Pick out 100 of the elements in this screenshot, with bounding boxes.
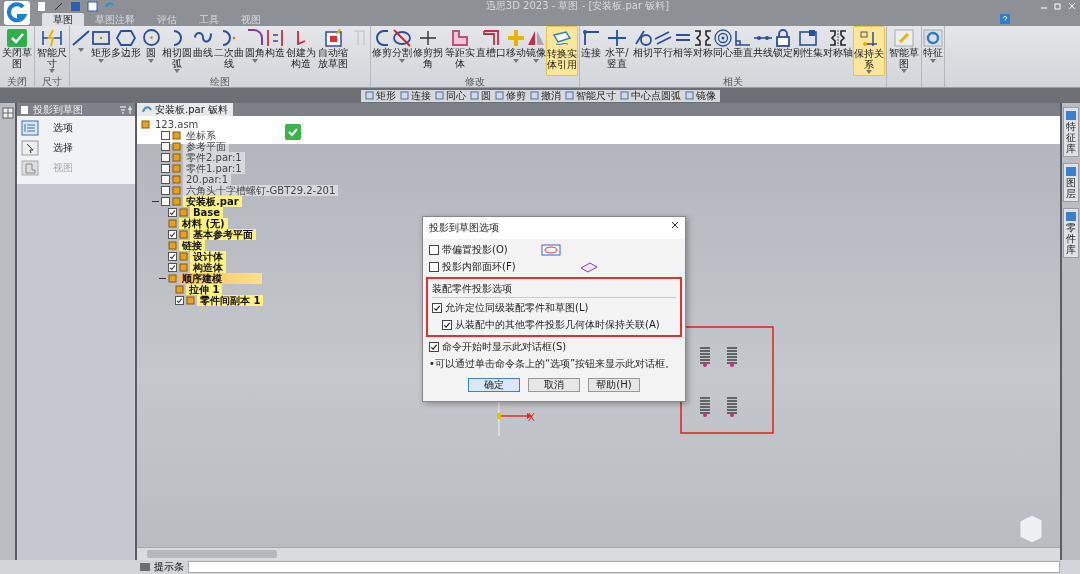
tree-item[interactable]: 20.par:1 — [183, 174, 232, 185]
tree-item[interactable]: Base — [190, 207, 224, 218]
ribbon-button[interactable]: 圆 — [141, 26, 161, 76]
ribbon-button[interactable]: 多边形 — [111, 26, 141, 76]
ribbon-tab[interactable]: 草图 — [42, 13, 84, 26]
tree-item[interactable]: 安装板.par — [183, 196, 242, 207]
scroll-bar[interactable] — [137, 547, 1060, 560]
checkbox[interactable] — [168, 208, 177, 217]
shape-icon — [21, 160, 39, 176]
ribbon-button[interactable]: 相切圆弧 — [161, 26, 193, 76]
ribbon-button[interactable]: 对称 — [693, 26, 713, 76]
tree-item[interactable]: 坐标系 — [183, 130, 219, 141]
command-button[interactable]: 圆 — [469, 90, 491, 101]
prompt-field[interactable] — [188, 561, 1060, 573]
checkbox[interactable] — [429, 245, 439, 255]
ribbon-button[interactable]: 矩形 — [91, 26, 111, 76]
tree-item[interactable]: 链接 — [179, 240, 205, 251]
command-button[interactable]: 镜像 — [684, 90, 716, 101]
tree-item[interactable]: 参考平面 — [183, 141, 229, 152]
tree-item[interactable]: 拉伸 1 — [186, 284, 223, 295]
ribbon-button[interactable]: 创建为构造 — [285, 26, 317, 76]
ribbon-button[interactable]: 二次曲线 — [213, 26, 245, 76]
tree-item[interactable]: 材料 (无) — [179, 218, 228, 229]
dialog-button[interactable]: 取消 — [528, 378, 580, 392]
command-button[interactable]: 中心点圆弧 — [619, 90, 681, 101]
tree-item[interactable]: 零件1.par:1 — [183, 163, 245, 174]
close-icon[interactable] — [671, 221, 679, 229]
ribbon-button[interactable]: 曲线 — [193, 26, 213, 76]
ribbon-button[interactable]: 直槽口 — [476, 26, 506, 76]
ribbon-button[interactable]: 水平/竖直 — [601, 26, 633, 76]
ribbon-button[interactable]: 自动缩放草图 — [317, 26, 349, 76]
ribbon-button[interactable]: 移动 — [506, 26, 526, 76]
tree-item[interactable]: 构造体 — [190, 262, 226, 273]
new-file-icon[interactable] — [36, 0, 47, 12]
side-tab[interactable]: 特征库 — [1063, 107, 1079, 157]
checkbox[interactable] — [168, 230, 177, 239]
ribbon-button[interactable]: 共线 — [753, 26, 773, 76]
ribbon-button[interactable]: 修剪 — [372, 26, 392, 76]
checkbox[interactable] — [161, 164, 170, 173]
ribbon-button[interactable]: 连接 — [581, 26, 601, 76]
ribbon-button[interactable]: 圆角 — [245, 26, 265, 76]
ribbon-button[interactable]: 特征 — [923, 26, 943, 87]
tree-item[interactable]: 零件2.par:1 — [183, 152, 245, 163]
help-icon[interactable] — [1000, 14, 1010, 24]
tree-item[interactable]: 零件间副本 1 — [197, 295, 264, 306]
checkbox[interactable] — [432, 303, 442, 313]
ribbon-button[interactable]: 对称轴 — [823, 26, 853, 76]
command-button[interactable]: 智能尺寸 — [564, 90, 616, 101]
checkbox[interactable] — [161, 142, 170, 151]
command-button[interactable]: 修剪 — [494, 90, 526, 101]
ribbon-button[interactable]: 保持关系 — [853, 26, 885, 76]
ribbon-button[interactable]: 分割 — [392, 26, 412, 76]
side-tab[interactable]: 零件库 — [1063, 208, 1079, 258]
ribbon-button[interactable]: 同心 — [713, 26, 733, 76]
checkbox[interactable] — [429, 262, 439, 272]
side-tab[interactable]: 图层 — [1063, 163, 1079, 202]
ribbon-button[interactable]: 智能草图 — [888, 26, 920, 87]
cross-icon — [419, 29, 437, 46]
pencil-icon[interactable] — [53, 0, 64, 12]
grid-icon[interactable] — [1, 107, 14, 119]
ribbon-button[interactable]: 构造 — [265, 26, 285, 76]
command-button[interactable]: 撤消 — [529, 90, 561, 101]
ribbon-button[interactable]: 垂直 — [733, 26, 753, 76]
command-button[interactable]: 连接 — [399, 90, 431, 101]
checkbox[interactable] — [161, 186, 170, 195]
checkbox[interactable] — [161, 131, 170, 140]
panel-item[interactable]: 选项 — [21, 120, 131, 136]
checkbox[interactable] — [175, 296, 184, 305]
dialog-button[interactable]: 确定 — [468, 378, 520, 392]
ribbon-button[interactable]: 镜像 — [526, 26, 546, 76]
ribbon-button[interactable]: 转换实体引用 — [546, 26, 578, 76]
checkbox[interactable] — [161, 153, 170, 162]
checkbox[interactable] — [168, 263, 177, 272]
command-button[interactable]: 同心 — [434, 90, 466, 101]
checkbox[interactable] — [429, 342, 439, 352]
checkbox[interactable] — [161, 175, 170, 184]
ribbon-button[interactable]: 相切 — [633, 26, 653, 76]
ribbon-button[interactable]: 修剪拐角 — [412, 26, 444, 76]
panel-item[interactable]: 选择 — [21, 140, 131, 156]
tree-item[interactable]: 基本参考平面 — [190, 229, 256, 240]
checkbox[interactable] — [168, 252, 177, 261]
collapse-icon[interactable] — [152, 200, 159, 203]
tree-item[interactable]: 六角头十字槽螺钉-GBT29.2-201 — [183, 185, 339, 196]
collapse-icon[interactable] — [159, 277, 166, 280]
ribbon-button[interactable]: 锁定 — [773, 26, 793, 76]
command-button[interactable]: 矩形 — [364, 90, 396, 101]
ribbon-button[interactable]: 关闭草图 — [1, 26, 33, 76]
check-icon[interactable] — [285, 124, 301, 140]
document-tab[interactable]: 安装板.par 钣料 — [137, 103, 233, 116]
ribbon-button[interactable]: 等距实体 — [444, 26, 476, 76]
window-icon[interactable] — [87, 0, 98, 12]
dialog-button[interactable]: 帮助(H) — [588, 378, 640, 392]
ribbon-button[interactable]: 相等 — [673, 26, 693, 76]
checkbox[interactable] — [442, 320, 452, 330]
ribbon-button[interactable]: 刚性集 — [793, 26, 823, 76]
ribbon-button[interactable]: 智能尺寸 — [36, 26, 68, 76]
checkbox[interactable] — [161, 197, 170, 206]
ribbon-button[interactable]: 平行 — [653, 26, 673, 76]
tree-item[interactable]: 设计体 — [190, 251, 226, 262]
tree-item[interactable]: 顺序建模 — [179, 273, 262, 284]
